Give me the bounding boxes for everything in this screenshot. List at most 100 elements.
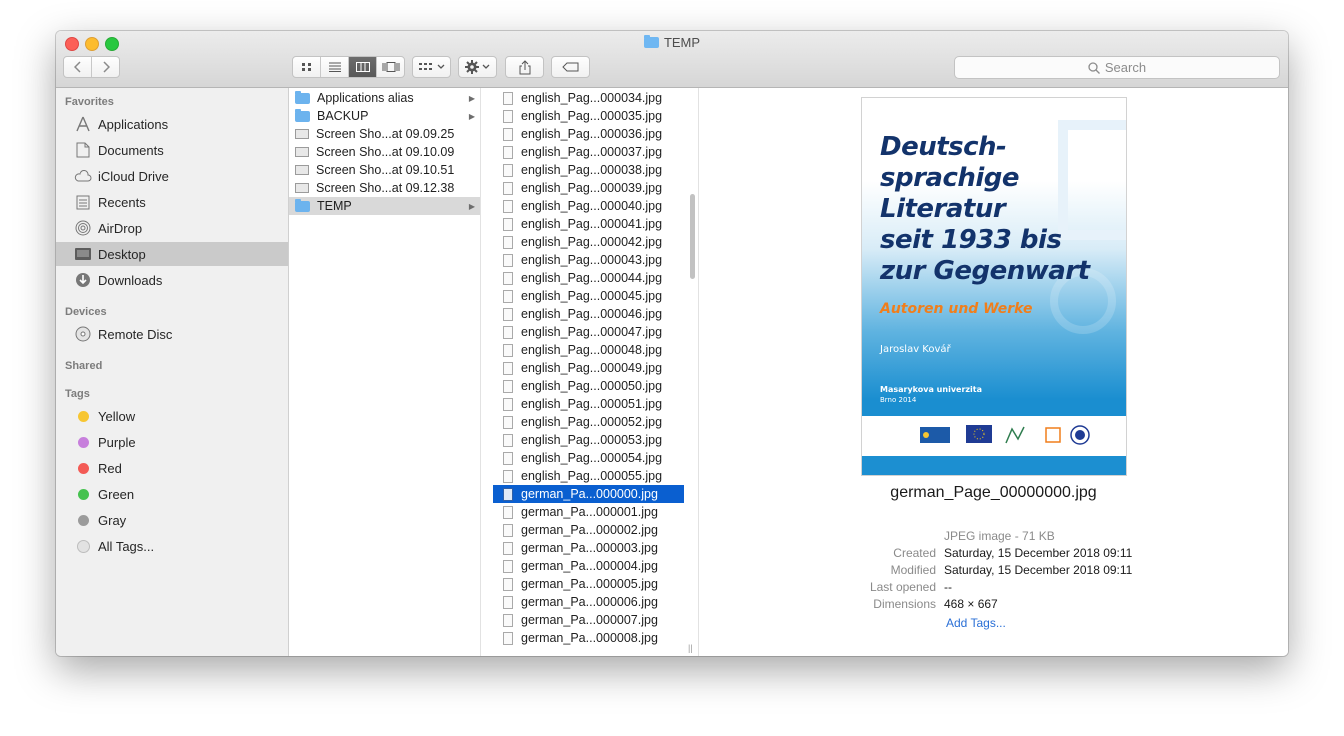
list-item[interactable]: english_Pag...000054.jpg xyxy=(493,449,684,467)
forward-button[interactable] xyxy=(92,57,119,77)
sidebar-tag-red[interactable]: Red xyxy=(56,456,288,480)
edit-tags-button[interactable] xyxy=(551,56,590,78)
list-item[interactable]: Screen Sho...at 09.10.09 xyxy=(289,143,480,161)
list-item[interactable]: Screen Sho...at 09.12.38 xyxy=(289,179,480,197)
list-view-button[interactable] xyxy=(321,57,349,77)
column-resize-handle[interactable]: || xyxy=(688,643,693,653)
sidebar-item-remote-disc[interactable]: Remote Disc xyxy=(56,322,288,346)
list-item-selected[interactable]: german_Pa...000000.jpg xyxy=(493,485,684,503)
screenshot-file-icon xyxy=(295,183,309,193)
gallery-view-button[interactable] xyxy=(377,57,404,77)
sidebar-item-label: Recents xyxy=(98,194,146,210)
list-item-label: english_Pag...000043.jpg xyxy=(521,253,663,267)
back-forward-control xyxy=(63,56,120,78)
list-item[interactable]: german_Pa...000004.jpg xyxy=(493,557,684,575)
list-item[interactable]: english_Pag...000044.jpg xyxy=(493,269,684,287)
list-item[interactable]: english_Pag...000046.jpg xyxy=(493,305,684,323)
list-item[interactable]: english_Pag...000034.jpg xyxy=(493,89,684,107)
list-item-label: english_Pag...000049.jpg xyxy=(521,361,663,375)
list-item[interactable]: english_Pag...000043.jpg xyxy=(493,251,684,269)
sidebar-item-downloads[interactable]: Downloads xyxy=(56,268,288,292)
icon-view-button[interactable] xyxy=(293,57,321,77)
sidebar-item-desktop[interactable]: Desktop xyxy=(56,242,288,266)
list-item[interactable]: english_Pag...000035.jpg xyxy=(493,107,684,125)
list-item[interactable]: german_Pa...000005.jpg xyxy=(493,575,684,593)
list-item[interactable]: BACKUP ▶ xyxy=(289,107,480,125)
list-item-label: Screen Sho...at 09.10.09 xyxy=(316,145,455,159)
share-button[interactable] xyxy=(505,56,544,78)
desktop-icon xyxy=(74,245,92,263)
list-item[interactable]: german_Pa...000003.jpg xyxy=(493,539,684,557)
jpeg-file-icon xyxy=(503,163,513,177)
sidebar-item-applications[interactable]: Applications xyxy=(56,112,288,136)
muni-seal-icon xyxy=(1070,425,1090,445)
list-item[interactable]: english_Pag...000053.jpg xyxy=(493,431,684,449)
list-item[interactable]: english_Pag...000042.jpg xyxy=(493,233,684,251)
sidebar-item-documents[interactable]: Documents xyxy=(56,138,288,162)
list-item-selected[interactable]: TEMP ▶ xyxy=(289,197,480,215)
preview-filename: german_Page_00000000.jpg xyxy=(890,484,1097,501)
list-item-label: BACKUP xyxy=(317,109,369,123)
list-item-label: english_Pag...000035.jpg xyxy=(521,109,663,123)
list-item[interactable]: german_Pa...000002.jpg xyxy=(493,521,684,539)
list-item[interactable]: english_Pag...000048.jpg xyxy=(493,341,684,359)
list-item[interactable]: german_Pa...000006.jpg xyxy=(493,593,684,611)
modified-value: Saturday, 15 December 2018 09:11 xyxy=(944,563,1133,577)
sidebar-item-airdrop[interactable]: AirDrop xyxy=(56,216,288,240)
list-item[interactable]: english_Pag...000045.jpg xyxy=(493,287,684,305)
list-item[interactable]: Applications alias ▶ xyxy=(289,89,480,107)
list-item[interactable]: english_Pag...000037.jpg xyxy=(493,143,684,161)
list-view-icon xyxy=(328,62,341,72)
sidebar-tag-green[interactable]: Green xyxy=(56,482,288,506)
list-item-label: english_Pag...000039.jpg xyxy=(521,181,663,195)
list-item[interactable]: german_Pa...000001.jpg xyxy=(493,503,684,521)
cover-decoration xyxy=(1058,120,1126,240)
column-view-icon xyxy=(355,62,370,72)
list-item[interactable]: english_Pag...000036.jpg xyxy=(493,125,684,143)
list-item[interactable]: english_Pag...000038.jpg xyxy=(493,161,684,179)
chevron-down-icon xyxy=(482,64,490,69)
list-item-label: english_Pag...000051.jpg xyxy=(521,397,663,411)
sidebar-tag-yellow[interactable]: Yellow xyxy=(56,404,288,428)
list-item[interactable]: Screen Sho...at 09.10.51 xyxy=(289,161,480,179)
list-item[interactable]: english_Pag...000050.jpg xyxy=(493,377,684,395)
recents-icon xyxy=(74,193,92,211)
list-item[interactable]: english_Pag...000052.jpg xyxy=(493,413,684,431)
list-item[interactable]: english_Pag...000039.jpg xyxy=(493,179,684,197)
add-tags-link[interactable]: Add Tags... xyxy=(946,616,1006,630)
disclosure-arrow-icon: ▶ xyxy=(468,111,475,121)
sidebar-item-label: Documents xyxy=(98,142,164,158)
sidebar-tag-gray[interactable]: Gray xyxy=(56,508,288,532)
list-item[interactable]: english_Pag...000041.jpg xyxy=(493,215,684,233)
back-button[interactable] xyxy=(64,57,92,77)
screenshot-file-icon xyxy=(295,165,309,175)
list-item-label: english_Pag...000048.jpg xyxy=(521,343,663,357)
list-item-label: english_Pag...000054.jpg xyxy=(521,451,663,465)
list-item[interactable]: english_Pag...000040.jpg xyxy=(493,197,684,215)
list-item[interactable]: german_Pa...000007.jpg xyxy=(493,611,684,629)
scrollbar[interactable] xyxy=(690,194,695,279)
jpeg-file-icon xyxy=(503,325,513,339)
preview-kind: JPEG image - 71 KB xyxy=(944,529,1055,543)
sidebar-item-label: Gray xyxy=(98,512,127,528)
list-item[interactable]: Screen Sho...at 09.09.25 xyxy=(289,125,480,143)
search-field[interactable]: Search xyxy=(954,56,1280,79)
list-item-label: english_Pag...000055.jpg xyxy=(521,469,663,483)
sidebar-item-recents[interactable]: Recents xyxy=(56,190,288,214)
icon-view-icon xyxy=(301,63,311,71)
column-view-button[interactable] xyxy=(349,57,377,77)
jpeg-file-icon xyxy=(503,181,513,195)
list-item[interactable]: english_Pag...000055.jpg xyxy=(493,467,684,485)
list-item[interactable]: german_Pa...000008.jpg xyxy=(493,629,684,647)
group-by-button[interactable] xyxy=(412,56,451,78)
list-item[interactable]: english_Pag...000047.jpg xyxy=(493,323,684,341)
sidebar-all-tags[interactable]: All Tags... xyxy=(56,534,288,558)
list-item[interactable]: english_Pag...000051.jpg xyxy=(493,395,684,413)
action-button[interactable] xyxy=(458,56,497,78)
list-item[interactable]: english_Pag...000049.jpg xyxy=(493,359,684,377)
jpeg-file-icon xyxy=(503,343,513,357)
sidebar-item-icloud-drive[interactable]: iCloud Drive xyxy=(56,164,288,188)
sidebar-tag-purple[interactable]: Purple xyxy=(56,430,288,454)
jpeg-file-icon xyxy=(503,289,513,303)
disc-icon xyxy=(74,325,92,343)
